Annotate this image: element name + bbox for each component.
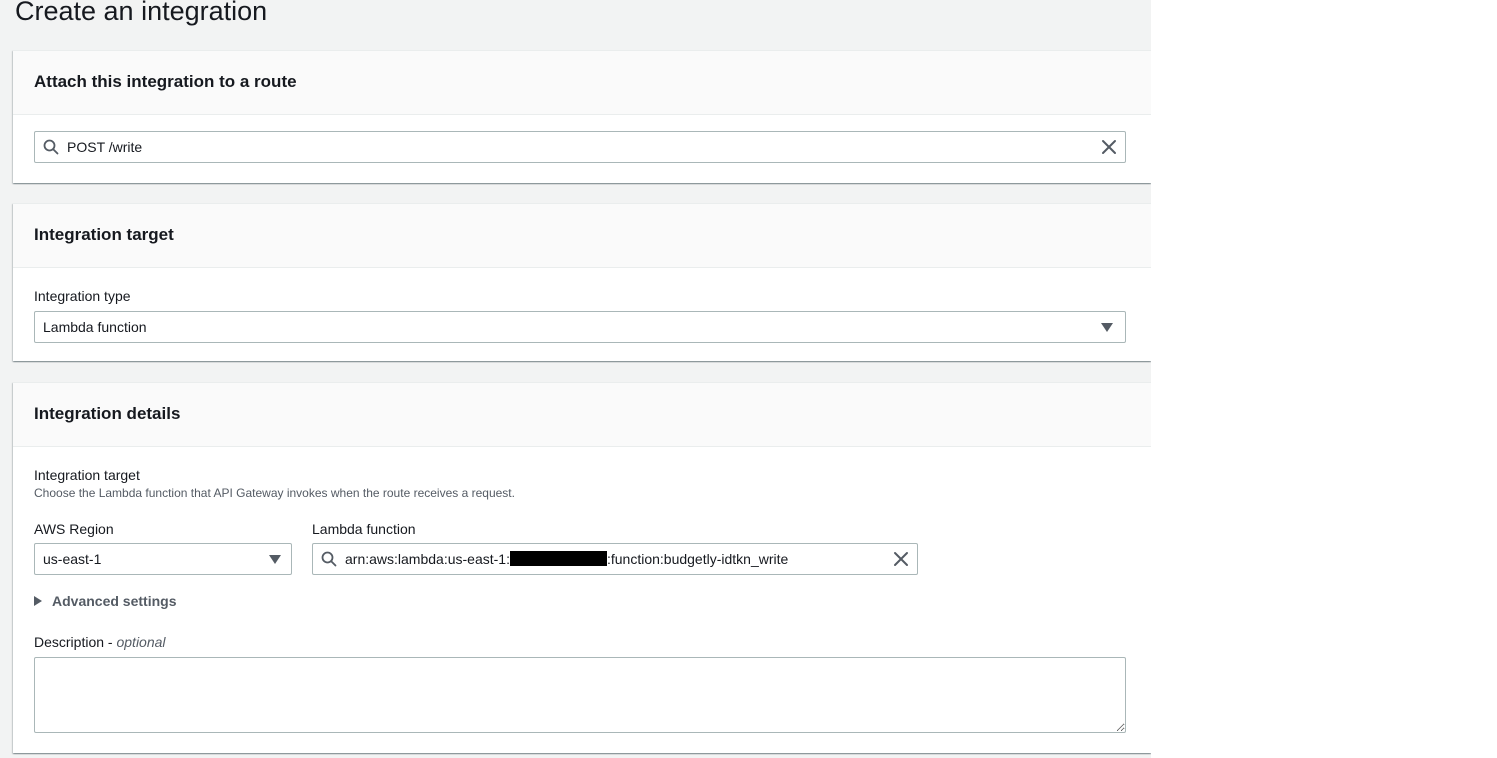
- integration-target-panel: Integration target Integration type Lamb…: [13, 203, 1151, 361]
- integration-type-select[interactable]: Lambda function: [34, 311, 1126, 343]
- integration-target-panel-header: Integration target: [13, 204, 1151, 268]
- aws-region-select[interactable]: us-east-1: [34, 543, 292, 575]
- close-icon[interactable]: [893, 551, 909, 567]
- integration-target-hint: Choose the Lambda function that API Gate…: [34, 486, 515, 500]
- caret-right-icon: [34, 596, 42, 606]
- description-label: Description - optional: [34, 633, 166, 651]
- page-title: Create an integration: [15, 0, 268, 26]
- integration-type-label: Integration type: [34, 288, 131, 304]
- integration-target-label: Integration target: [34, 467, 140, 483]
- route-panel-title: Attach this integration to a route: [34, 72, 297, 91]
- route-search-value: POST /write: [67, 139, 143, 155]
- search-icon: [321, 551, 337, 567]
- lambda-function-label: Lambda function: [312, 521, 416, 537]
- integration-type-value: Lambda function: [43, 319, 147, 335]
- route-panel: Attach this integration to a route POST …: [13, 50, 1151, 183]
- integration-details-panel-header: Integration details: [13, 383, 1151, 447]
- redacted-account-id: [509, 551, 607, 566]
- integration-details-panel-title: Integration details: [34, 404, 181, 423]
- page-background: Create an integration Attach this integr…: [0, 0, 1151, 758]
- close-icon[interactable]: [1101, 139, 1117, 155]
- caret-down-icon: [1101, 323, 1113, 332]
- lambda-arn-prefix: arn:aws:lambda:us-east-1:: [345, 551, 510, 567]
- advanced-settings-label: Advanced settings: [52, 593, 177, 609]
- lambda-function-input[interactable]: arn:aws:lambda:us-east-1: :function:budge…: [312, 543, 918, 575]
- description-textarea[interactable]: [34, 657, 1126, 733]
- route-search-input[interactable]: POST /write: [34, 131, 1126, 163]
- integration-target-panel-title: Integration target: [34, 225, 174, 244]
- integration-details-panel: Integration details Integration target C…: [13, 382, 1151, 753]
- aws-region-label: AWS Region: [34, 521, 114, 537]
- aws-region-value: us-east-1: [43, 551, 102, 567]
- description-label-text: Description: [34, 634, 105, 650]
- lambda-function-value: arn:aws:lambda:us-east-1: :function:budge…: [345, 550, 788, 568]
- advanced-settings-toggle[interactable]: Advanced settings: [34, 593, 176, 609]
- description-label-separator: -: [104, 634, 117, 650]
- route-panel-header: Attach this integration to a route: [13, 51, 1151, 115]
- caret-down-icon: [269, 555, 281, 564]
- search-icon: [43, 139, 59, 155]
- description-optional-text: optional: [116, 634, 166, 650]
- lambda-arn-suffix: :function:budgetly-idtkn_write: [606, 551, 789, 567]
